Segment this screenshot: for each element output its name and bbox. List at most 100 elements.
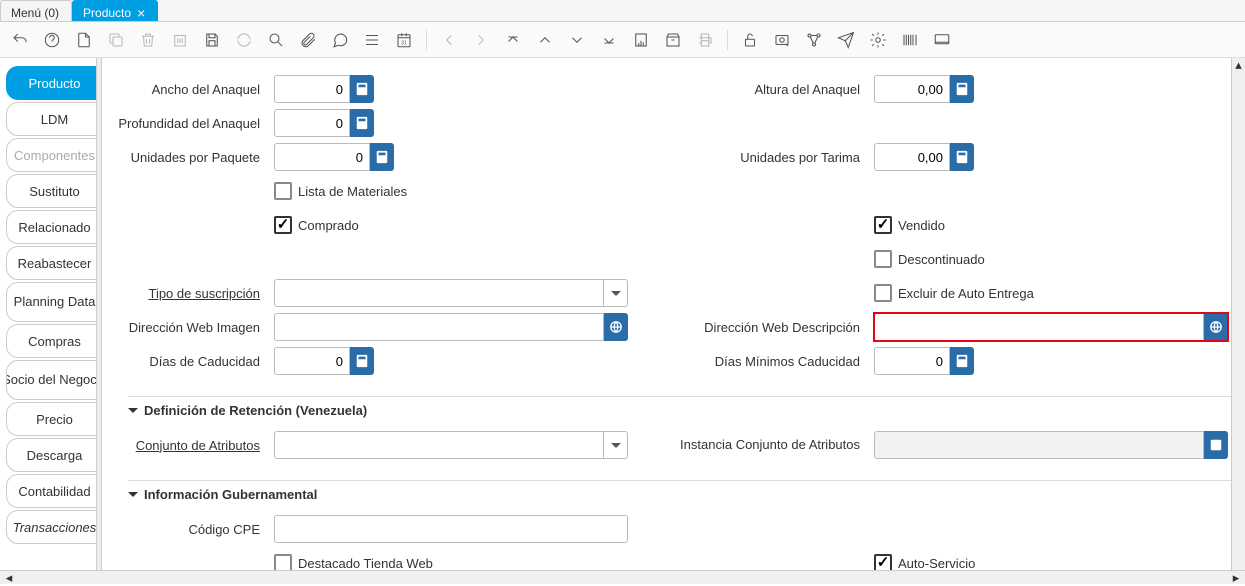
sidebar-item-relacionado[interactable]: Relacionado	[6, 210, 102, 244]
parent-icon[interactable]	[535, 30, 555, 50]
help-icon[interactable]	[42, 30, 62, 50]
new-icon[interactable]	[74, 30, 94, 50]
label-url-desc: Dirección Web Descripción	[674, 320, 874, 335]
sidebar-item-producto[interactable]: Producto	[6, 66, 102, 100]
form-content: Ancho del Anaquel Altura del Anaquel Pro…	[102, 58, 1245, 570]
sidebar-item-descarga[interactable]: Descarga	[6, 438, 102, 472]
calculator-icon[interactable]	[350, 75, 374, 103]
calculator-icon[interactable]	[350, 109, 374, 137]
lock-icon[interactable]	[740, 30, 760, 50]
input-tipo-suscripcion[interactable]	[274, 279, 604, 307]
calculator-icon[interactable]	[370, 143, 394, 171]
calculator-icon[interactable]	[950, 143, 974, 171]
input-prof-anaquel[interactable]	[274, 109, 350, 137]
refresh-icon[interactable]	[234, 30, 254, 50]
input-uni-tarima[interactable]	[874, 143, 950, 171]
close-icon[interactable]: ×	[137, 7, 145, 19]
toolbar: 31	[0, 22, 1245, 58]
checkbox-comprado[interactable]	[274, 216, 292, 234]
calendar-icon[interactable]: 31	[394, 30, 414, 50]
sidebar-item-precio[interactable]: Precio	[6, 402, 102, 436]
report-icon[interactable]	[631, 30, 651, 50]
tab-label: Menú (0)	[11, 6, 59, 20]
tab-menu[interactable]: Menú (0)	[0, 0, 72, 21]
input-codigo-cpe[interactable]	[274, 515, 628, 543]
separator	[727, 30, 728, 50]
zoom-icon[interactable]	[772, 30, 792, 50]
scroll-left-icon[interactable]: ◂	[0, 571, 18, 585]
archive-icon[interactable]	[663, 30, 683, 50]
next-icon[interactable]	[471, 30, 491, 50]
tab-label: Producto	[83, 6, 131, 20]
vertical-scrollbar[interactable]: ▴	[1231, 58, 1245, 570]
checkbox-destacado-web[interactable]	[274, 554, 292, 570]
label-altura-anaquel: Altura del Anaquel	[674, 82, 874, 97]
section-gubernamental[interactable]: Información Gubernamental	[128, 480, 1237, 502]
chat-icon[interactable]	[330, 30, 350, 50]
lookup-icon[interactable]	[1204, 431, 1228, 459]
checkbox-excluir-auto[interactable]	[874, 284, 892, 302]
first-icon[interactable]	[503, 30, 523, 50]
label-url-imagen: Dirección Web Imagen	[114, 320, 274, 335]
sidebar-item-contabilidad[interactable]: Contabilidad	[6, 474, 102, 508]
chevron-down-icon[interactable]	[604, 431, 628, 459]
print-icon[interactable]	[695, 30, 715, 50]
globe-icon[interactable]	[604, 313, 628, 341]
copy-icon[interactable]	[106, 30, 126, 50]
input-inst-conj-attr[interactable]	[874, 431, 1204, 459]
sidebar-item-ldm[interactable]: LDM	[6, 102, 102, 136]
calculator-icon[interactable]	[350, 347, 374, 375]
label-prof-anaquel: Profundidad del Anaquel	[114, 116, 274, 131]
sidebar-item-componentes[interactable]: Componentes	[6, 138, 102, 172]
globe-icon[interactable]	[1204, 313, 1228, 341]
delete-icon[interactable]	[138, 30, 158, 50]
prev-icon[interactable]	[439, 30, 459, 50]
search-icon[interactable]	[266, 30, 286, 50]
horizontal-scrollbar[interactable]: ◂ ▸	[0, 570, 1245, 584]
list-icon[interactable]	[362, 30, 382, 50]
input-url-imagen[interactable]	[274, 313, 604, 341]
label-descontinuado: Descontinuado	[898, 252, 985, 267]
tab-producto[interactable]: Producto ×	[72, 0, 158, 21]
sidebar-item-sustituto[interactable]: Sustituto	[6, 174, 102, 208]
calculator-icon[interactable]	[950, 75, 974, 103]
input-altura-anaquel[interactable]	[874, 75, 950, 103]
gear-icon[interactable]	[868, 30, 888, 50]
undo-icon[interactable]	[10, 30, 30, 50]
barcode-icon[interactable]	[900, 30, 920, 50]
input-dias-min-cad[interactable]	[874, 347, 950, 375]
label-inst-conj-attr: Instancia Conjunto de Atributos	[674, 438, 874, 452]
window-tabs: Menú (0) Producto ×	[0, 0, 1245, 22]
sidebar: Producto LDM Componentes Sustituto Relac…	[0, 58, 102, 570]
attach-icon[interactable]	[298, 30, 318, 50]
separator	[426, 30, 427, 50]
checkbox-lista-materiales[interactable]	[274, 182, 292, 200]
delete-all-icon[interactable]	[170, 30, 190, 50]
input-url-desc[interactable]	[874, 313, 1204, 341]
sidebar-item-transacciones[interactable]: Transacciones	[6, 510, 102, 544]
input-dias-caducidad[interactable]	[274, 347, 350, 375]
sidebar-item-planning[interactable]: Planning Data	[6, 282, 102, 322]
sidebar-item-socio[interactable]: Socio del Negocio	[6, 360, 102, 400]
scroll-right-icon[interactable]: ▸	[1227, 571, 1245, 585]
input-conjunto-attr[interactable]	[274, 431, 604, 459]
section-retencion[interactable]: Definición de Retención (Venezuela)	[128, 396, 1237, 418]
calculator-icon[interactable]	[950, 347, 974, 375]
workflow-icon[interactable]	[804, 30, 824, 50]
screen-icon[interactable]	[932, 30, 952, 50]
checkbox-vendido[interactable]	[874, 216, 892, 234]
scroll-up-icon[interactable]: ▴	[1232, 58, 1245, 72]
label-tipo-suscripcion[interactable]: Tipo de suscripción	[114, 286, 274, 301]
last-icon[interactable]	[599, 30, 619, 50]
checkbox-descontinuado[interactable]	[874, 250, 892, 268]
checkbox-auto-servicio[interactable]	[874, 554, 892, 570]
send-icon[interactable]	[836, 30, 856, 50]
sidebar-item-compras[interactable]: Compras	[6, 324, 102, 358]
chevron-down-icon[interactable]	[604, 279, 628, 307]
label-conjunto-attr[interactable]: Conjunto de Atributos	[114, 438, 274, 453]
input-uni-paquete[interactable]	[274, 143, 370, 171]
save-icon[interactable]	[202, 30, 222, 50]
detail-icon[interactable]	[567, 30, 587, 50]
input-ancho-anaquel[interactable]	[274, 75, 350, 103]
sidebar-item-reabastecer[interactable]: Reabastecer	[6, 246, 102, 280]
